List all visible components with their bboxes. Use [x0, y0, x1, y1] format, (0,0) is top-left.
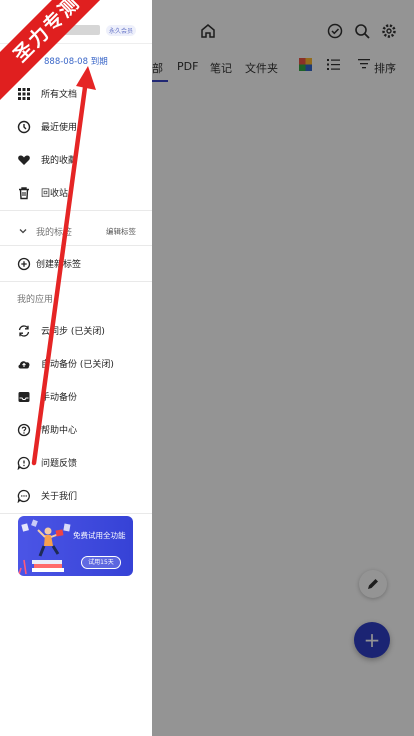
app-item-cloud-sync[interactable]: 云同步 (已关闭): [0, 315, 152, 348]
menu-label: 手动备份: [41, 393, 78, 403]
menu-label: 创建新标签: [36, 260, 82, 270]
menu-label: 云同步 (已关闭): [41, 327, 105, 337]
promo-title: 免费试用全功能: [73, 531, 126, 540]
inbox-icon: [18, 392, 30, 402]
tags-label: 我的标签: [36, 228, 73, 238]
menu-item-favorites[interactable]: 我的收藏: [0, 144, 152, 177]
help-icon: [17, 423, 31, 437]
menu-item-trash[interactable]: 回收站: [0, 177, 152, 210]
divider: [0, 281, 152, 282]
divider: [0, 210, 152, 211]
trial-promo-banner[interactable]: 免费试用全功能 试用15天: [18, 516, 133, 576]
app-item-feedback[interactable]: 问题反馈: [0, 447, 152, 480]
menu-label: 所有文档: [41, 90, 78, 100]
navigation-drawer: 永久会员 888-08-08 到期 所有文档 最近使用 我的收藏 回收站 我的标…: [0, 0, 152, 736]
grid-icon: [18, 88, 30, 100]
menu-label: 问题反馈: [41, 459, 78, 469]
menu-item-recent[interactable]: 最近使用: [0, 111, 152, 144]
cloud-upload-icon: [18, 361, 30, 369]
promo-illustration: [18, 519, 71, 575]
menu-label: 我的收藏: [41, 156, 78, 166]
menu-label: 最近使用: [41, 123, 78, 133]
chat-icon: [17, 489, 30, 503]
apps-section-title: 我的应用: [17, 295, 54, 305]
chevron-down-icon: [19, 229, 27, 234]
menu-label: 帮助中心: [41, 426, 78, 436]
vip-badge: 永久会员: [106, 25, 137, 36]
feedback-icon: [17, 456, 30, 470]
membership-expiry: 888-08-08 到期: [44, 57, 108, 67]
edit-tags-button[interactable]: 编辑标签: [106, 226, 136, 237]
menu-item-all-docs[interactable]: 所有文档: [0, 78, 152, 111]
app-item-auto-backup[interactable]: 自动备份 (已关闭): [0, 348, 152, 381]
menu-label: 关于我们: [41, 492, 78, 502]
tags-header[interactable]: 我的标签 编辑标签: [0, 222, 152, 242]
divider: [0, 513, 152, 514]
app-item-manual-backup[interactable]: 手动备份: [0, 381, 152, 414]
create-tag-button[interactable]: 创建新标签: [0, 248, 152, 281]
menu-label: 自动备份 (已关闭): [41, 360, 114, 370]
heart-icon: [18, 155, 30, 165]
menu-label: 回收站: [41, 189, 69, 199]
sync-icon: [18, 325, 30, 337]
trial-button[interactable]: 试用15天: [81, 556, 121, 569]
trash-icon: [19, 187, 29, 200]
clock-icon: [17, 120, 31, 134]
divider: [0, 245, 152, 246]
app-item-help-center[interactable]: 帮助中心: [0, 414, 152, 447]
app-item-about-us[interactable]: 关于我们: [0, 480, 152, 513]
add-circle-icon: [17, 257, 31, 271]
